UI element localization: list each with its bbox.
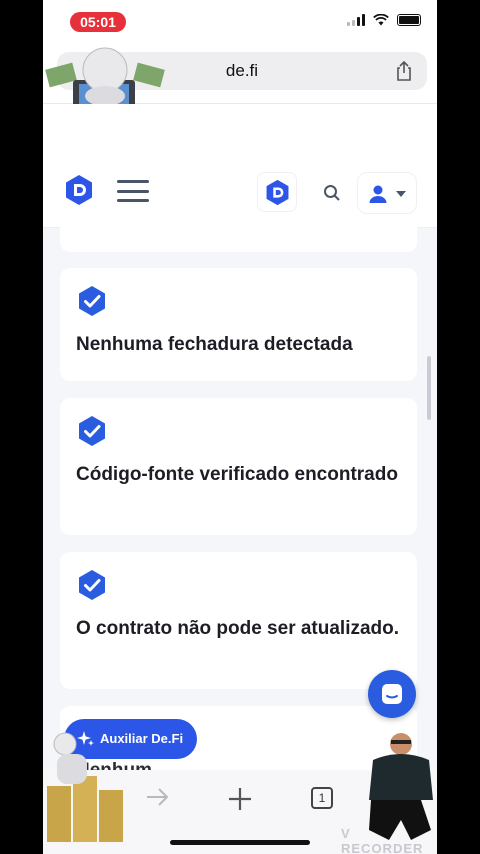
hamburger-menu-icon[interactable] — [117, 180, 149, 202]
user-icon — [369, 185, 387, 203]
defi-logo-small — [266, 179, 289, 206]
home-indicator[interactable] — [170, 840, 310, 845]
tabs-button[interactable]: 1 — [311, 787, 333, 809]
check-badge-icon — [79, 416, 105, 446]
check-badge-icon — [79, 570, 105, 600]
check-card: O contrato não pode ser atualizado. — [60, 552, 417, 689]
card-title: Nenhuma fechadura detectada — [76, 334, 353, 355]
status-icons — [347, 14, 421, 26]
previous-card — [60, 226, 417, 252]
coins-sticker — [47, 732, 123, 842]
site-header — [43, 104, 437, 228]
phone-screen: 05:01 de.fi Nenhuma fechadura detectada … — [43, 0, 437, 854]
wifi-icon — [373, 14, 389, 26]
search-icon[interactable] — [323, 184, 341, 202]
new-tab-icon[interactable] — [227, 786, 253, 812]
chevron-down-icon — [396, 191, 406, 197]
defi-logo[interactable] — [63, 174, 95, 206]
card-title: O contrato não pode ser atualizado. — [76, 618, 400, 639]
battery-icon — [397, 14, 421, 26]
share-icon[interactable] — [393, 60, 415, 82]
card-title: Código-fonte verificado encontrado — [76, 464, 398, 485]
defi-app-button[interactable] — [257, 172, 297, 212]
user-menu-button[interactable] — [357, 172, 417, 214]
chat-button[interactable] — [368, 670, 416, 718]
check-badge-icon — [79, 286, 105, 316]
recorder-watermark: V RECORDER — [341, 826, 424, 854]
forward-arrow-icon[interactable] — [145, 786, 171, 808]
chat-icon — [382, 684, 402, 704]
check-card: Código-fonte verificado encontrado — [60, 398, 417, 535]
signal-icon — [347, 14, 365, 26]
check-card: Nenhuma fechadura detectada — [60, 268, 417, 381]
page-scrollbar[interactable] — [427, 356, 431, 420]
